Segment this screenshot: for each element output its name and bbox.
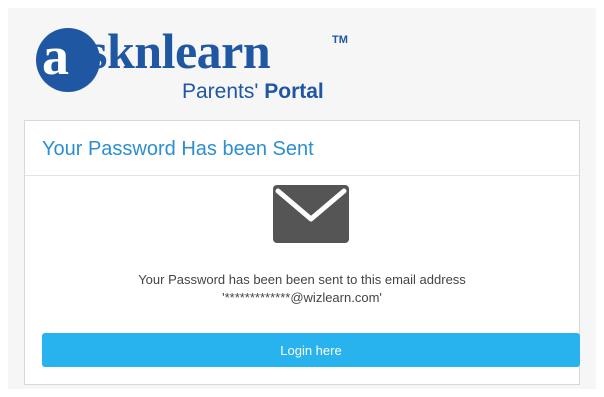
page: a sknlearn TM Parents' Portal Your Passw…: [0, 0, 604, 397]
logo-wordmark: sknlearn: [88, 23, 271, 79]
login-here-button[interactable]: Login here: [42, 333, 580, 367]
logo-mark-letter: a: [42, 26, 69, 86]
logo-subtitle-portal: Portal: [264, 80, 324, 103]
envelope-icon: [273, 185, 349, 243]
sent-message-line1: Your Password has been been sent to this…: [138, 272, 466, 287]
masked-email: '*************@wizlearn.com': [222, 290, 382, 305]
card-divider: [25, 175, 579, 176]
card-title: Your Password Has been Sent: [42, 138, 314, 160]
asknlearn-logo: a sknlearn TM Parents' Portal: [36, 22, 366, 108]
sent-message: Your Password has been been sent to this…: [25, 271, 579, 307]
logo-trademark: TM: [332, 34, 348, 46]
logo-subtitle: Parents' Portal: [182, 80, 324, 104]
password-sent-card: Your Password Has been Sent Your Passwor…: [24, 120, 580, 385]
logo-subtitle-parents: Parents': [182, 80, 259, 103]
